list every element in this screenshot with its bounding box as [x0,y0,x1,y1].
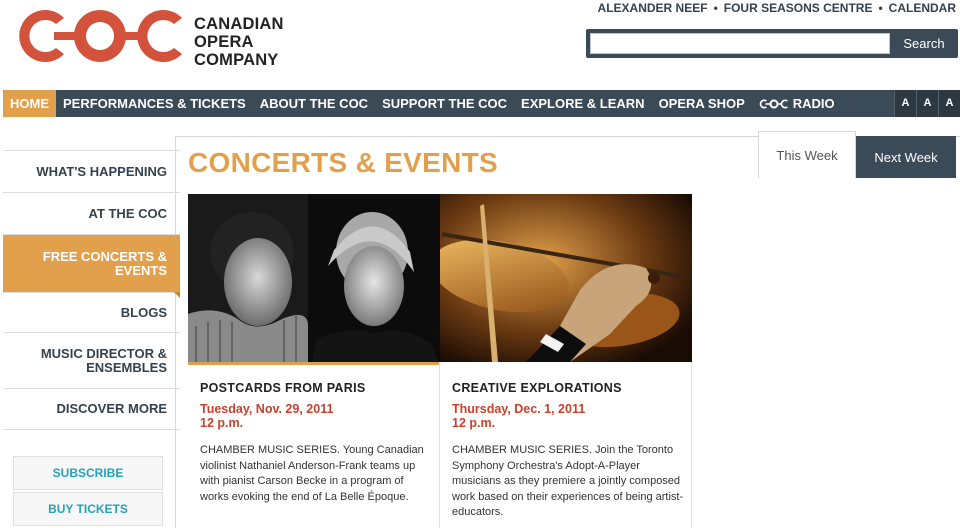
nav-explore-learn[interactable]: EXPLORE & LEARN [514,90,652,117]
link-alexander-neef[interactable]: ALEXANDER NEEF [598,1,708,15]
bullet-separator: • [713,1,718,15]
week-tabs: This Week Next Week [758,131,956,178]
search-input[interactable] [590,33,890,54]
link-four-seasons-centre[interactable]: FOUR SEASONS CENTRE [724,1,873,15]
event-time: 12 p.m. [200,416,244,430]
event-date: Tuesday, Nov. 29, 2011 [200,402,334,416]
coc-radio-logo-icon [759,99,788,108]
event-description: CHAMBER MUSIC SERIES. Join the Toronto S… [452,444,684,519]
event-datetime: Tuesday, Nov. 29, 2011 12 p.m. [200,402,430,430]
event-date: Thursday, Dec. 1, 2011 [452,402,586,416]
nav-about-the-coc[interactable]: ABOUT THE COC [253,90,375,117]
sidebar-item-music-director-ensembles[interactable]: MUSIC DIRECTOR & ENSEMBLES [3,332,180,388]
event-description: CHAMBER MUSIC SERIES. Young Canadian vio… [200,444,424,503]
event-title[interactable]: POSTCARDS FROM PARIS [200,381,366,395]
sidebar-item-at-the-coc[interactable]: AT THE COC [3,192,180,234]
nav-performances-tickets[interactable]: PERFORMANCES & TICKETS [56,90,253,117]
photo-accent-bar [188,362,440,365]
tab-next-week[interactable]: Next Week [856,136,956,178]
sidebar-item-blogs[interactable]: BLOGS [3,292,180,332]
font-size-small-button[interactable]: A [894,90,916,117]
event-title[interactable]: CREATIVE EXPLORATIONS [452,381,622,395]
event-card[interactable]: POSTCARDS FROM PARIS Tuesday, Nov. 29, 2… [188,194,440,528]
utility-links: ALEXANDER NEEF • FOUR SEASONS CENTRE • C… [598,1,956,15]
sidebar-item-whats-happening[interactable]: WHAT'S HAPPENING [3,150,180,192]
nav-coc-radio[interactable]: RADIO [752,90,842,117]
search-bar: Search [586,29,958,58]
event-time: 12 p.m. [452,416,496,430]
font-size-medium-button[interactable]: A [916,90,938,117]
violin-photo [440,194,692,362]
coc-logo[interactable]: CANADIAN OPERA COMPANY [14,4,304,69]
subscribe-button[interactable]: SUBSCRIBE [13,456,163,490]
buy-tickets-button[interactable]: BUY TICKETS [13,492,163,526]
card-divider [439,362,440,528]
event-card[interactable]: CREATIVE EXPLORATIONS Thursday, Dec. 1, … [440,194,692,528]
link-calendar[interactable]: CALENDAR [889,1,956,15]
sidebar-item-free-concerts-events[interactable]: FREE CONCERTS & EVENTS [3,234,180,298]
nav-home[interactable]: HOME [3,90,56,117]
card-divider [691,362,692,528]
page-title: CONCERTS & EVENTS [188,147,499,178]
portrait-photo [188,194,440,362]
sidebar-actions: SUBSCRIBE BUY TICKETS [13,456,163,528]
sidebar-nav: WHAT'S HAPPENING AT THE COC FREE CONCERT… [3,150,180,430]
sidebar-item-discover-more[interactable]: DISCOVER MORE [3,388,180,430]
logo-wordmark: CANADIAN OPERA COMPANY [194,15,284,69]
font-size-controls: A A A [894,90,960,117]
coc-logo-icon [19,10,182,63]
event-photo[interactable] [188,194,440,362]
photo-accent-bar [440,362,692,365]
tab-this-week[interactable]: This Week [758,131,856,178]
bullet-separator: • [878,1,883,15]
event-photo[interactable] [440,194,692,362]
nav-support-the-coc[interactable]: SUPPORT THE COC [375,90,514,117]
nav-opera-shop[interactable]: OPERA SHOP [652,90,752,117]
search-button[interactable]: Search [894,33,954,54]
font-size-large-button[interactable]: A [938,90,960,117]
radio-label: RADIO [792,96,835,111]
main-nav: HOME PERFORMANCES & TICKETS ABOUT THE CO… [3,90,960,117]
event-datetime: Thursday, Dec. 1, 2011 12 p.m. [452,402,682,430]
